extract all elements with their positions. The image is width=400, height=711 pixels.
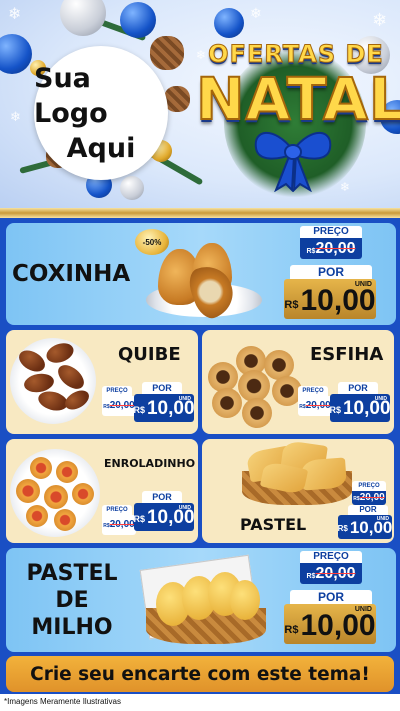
product-name: PASTEL <box>240 515 307 534</box>
product-card-coxinha[interactable]: COXINHA PREÇO R$20,00 POR R$ 10,00 UNID <box>6 223 396 325</box>
por-label: POR <box>290 265 372 279</box>
enroladinho-image <box>26 505 48 527</box>
new-price: R$ 10,00 UNID <box>329 394 391 422</box>
old-price: R$20,00 <box>298 396 332 416</box>
price-label: PREÇO <box>352 481 386 491</box>
product-name: ESFIHA <box>310 344 384 365</box>
snowflake-icon: ❄ <box>372 10 388 31</box>
por-label: POR <box>348 505 388 515</box>
product-card-enroladinho[interactable]: ENROLADINHO PREÇO R$20,00 POR R$ 10,00 U… <box>6 439 198 543</box>
product-name-line: MILHO <box>31 615 113 640</box>
snowflake-icon: ❄ <box>8 4 22 23</box>
old-price: R$20,00 <box>102 396 136 416</box>
enroladinho-image <box>30 457 52 479</box>
logo-text-line2: Aqui <box>66 132 136 164</box>
old-price: R$20,00 <box>102 515 136 535</box>
ornament-ball-icon <box>0 34 32 74</box>
product-card-quibe[interactable]: QUIBE PREÇO R$20,00 POR R$ 10,00 UNID <box>6 330 198 434</box>
snowflake-icon: ❄ <box>10 110 21 125</box>
product-name: PASTEL DE MILHO <box>26 560 118 641</box>
price-label: PREÇO <box>102 386 132 396</box>
cta-banner[interactable]: Crie seu encarte com este tema! <box>6 656 394 692</box>
por-label: POR <box>338 382 378 394</box>
ornament-ball-icon <box>120 176 144 200</box>
product-name: COXINHA <box>12 261 131 287</box>
enroladinho-image <box>56 461 78 483</box>
header-banner: ❄ ❄ ❄ ❄ ❄ ❄ Sua Logo Aqui OFERTAS DE NAT… <box>0 0 400 212</box>
title-line1: OFERTAS DE <box>208 40 384 69</box>
divider-bar <box>0 208 400 218</box>
new-price: R$ 10,00 UNID <box>284 279 376 319</box>
product-name: QUIBE <box>118 344 181 365</box>
new-price: R$ 10,00 UNID <box>284 604 376 644</box>
enroladinho-image <box>54 509 76 531</box>
esfiha-image <box>242 398 272 428</box>
old-price: R$20,00 <box>352 491 386 505</box>
new-price: R$ 10,00 UNID <box>133 394 195 422</box>
price-label: PREÇO <box>102 505 132 515</box>
por-label: POR <box>142 382 182 394</box>
ornament-ball-icon <box>60 0 106 36</box>
snowflake-icon: ❄ <box>250 6 262 22</box>
enroladinho-image <box>16 479 40 503</box>
price-label: PREÇO <box>300 226 362 238</box>
pastel-milho-image <box>230 580 260 620</box>
price-label: PREÇO <box>298 386 328 396</box>
ribbon-bow-icon <box>254 131 332 192</box>
por-label: POR <box>290 590 372 604</box>
page-title: OFERTAS DE NATAL <box>195 40 400 132</box>
new-price: R$ 10,00 UNID <box>133 503 195 531</box>
old-price: R$20,00 <box>300 238 362 259</box>
price-label: PREÇO <box>300 551 362 563</box>
discount-badge: -50% <box>135 229 169 255</box>
footnote: *Imagens Meramente Ilustrativas <box>4 697 121 706</box>
product-card-pastel-de-milho[interactable]: PASTEL DE MILHO PREÇO R$20,00 POR R$ 10,… <box>6 548 396 652</box>
esfiha-image <box>212 388 242 418</box>
product-card-esfiha[interactable]: ESFIHA PREÇO R$20,00 POR R$ 10,00 UNID <box>202 330 394 434</box>
logo-placeholder[interactable]: Sua Logo Aqui <box>34 46 168 180</box>
product-name: ENROLADINHO <box>104 457 196 470</box>
ornament-ball-icon <box>120 2 156 38</box>
product-card-pastel[interactable]: PASTEL PREÇO R$20,00 POR R$ 10,00 UNID <box>202 439 394 543</box>
product-name-line: PASTEL <box>26 561 118 586</box>
ornament-ball-icon <box>214 8 244 38</box>
por-label: POR <box>142 491 182 503</box>
product-name-line: DE <box>55 588 89 613</box>
old-price: R$20,00 <box>300 563 362 584</box>
logo-text-line1: Sua Logo <box>34 62 108 129</box>
snowflake-icon: ❄ <box>340 180 351 194</box>
enroladinho-image <box>72 483 94 505</box>
enroladinho-image <box>44 485 68 509</box>
new-price: R$ 10,00 UNID <box>337 515 393 539</box>
